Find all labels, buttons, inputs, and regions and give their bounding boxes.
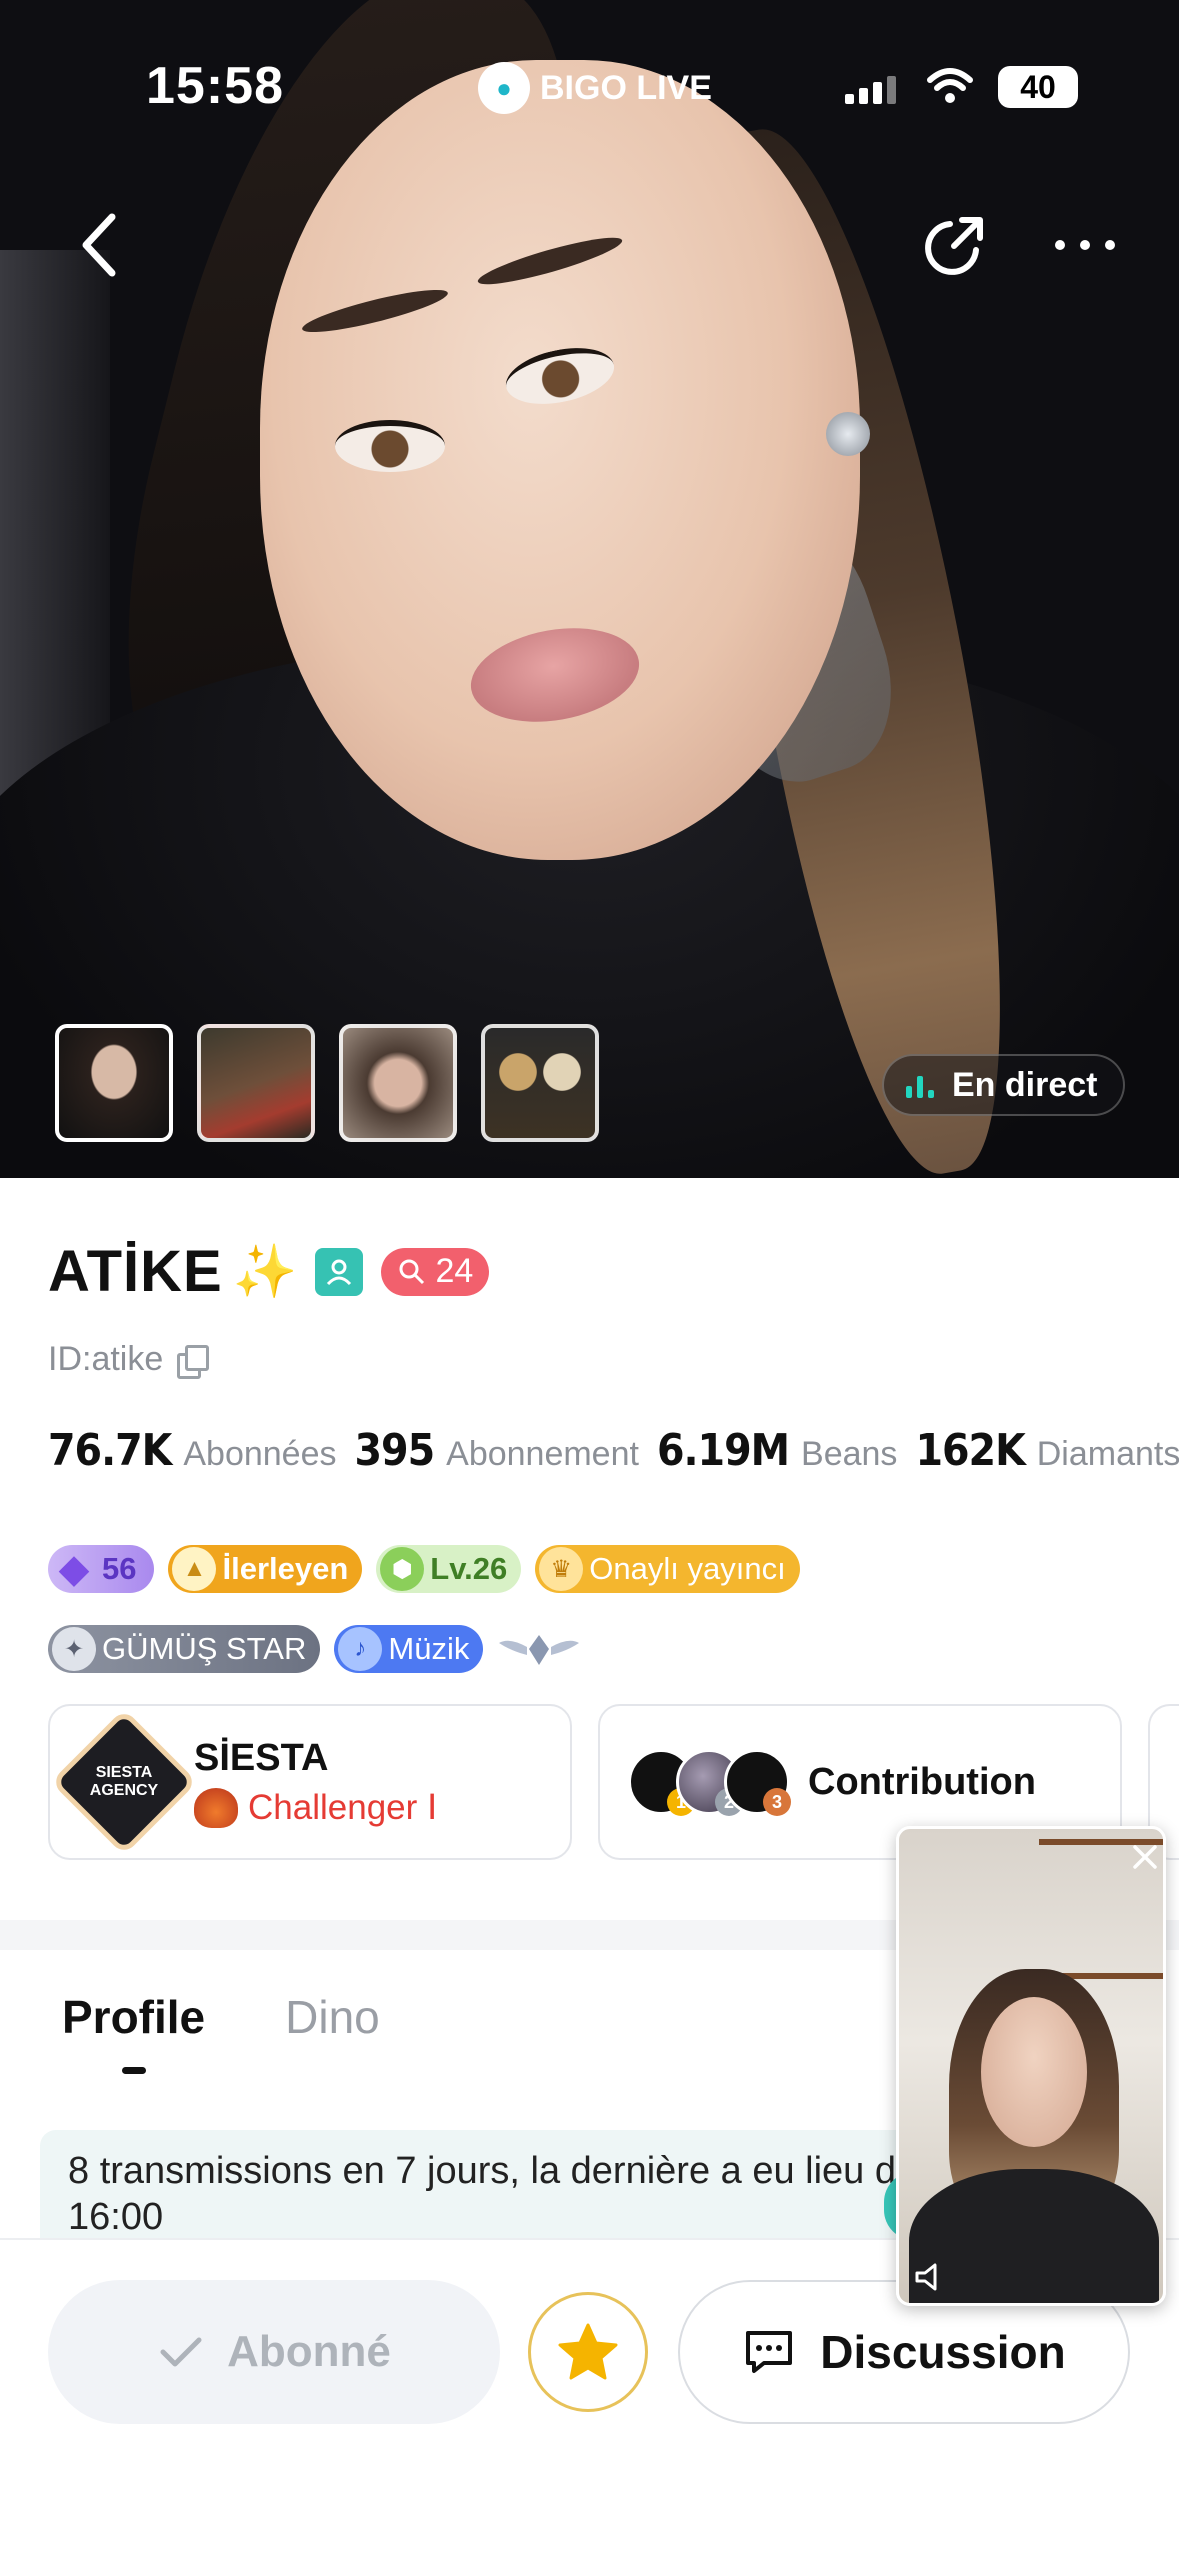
chat-bubble-icon (746, 2331, 793, 2373)
agency-logo: SIESTA AGENCY (50, 1708, 198, 1856)
live-bars-icon (906, 1072, 934, 1098)
verified-host-badge[interactable]: ♛ Onaylı yayıncı (535, 1545, 800, 1593)
progress-badge-label: İlerleyen (222, 1551, 349, 1586)
profile-cover-photo[interactable] (0, 0, 1179, 1178)
music-globe-icon: ♪ (338, 1627, 383, 1671)
rank-badge: 3 (763, 1788, 791, 1816)
thumbnail-photo-1[interactable] (55, 1024, 173, 1142)
copy-id-icon[interactable] (177, 1344, 210, 1379)
badges-row-2: ✦ GÜMÜŞ STAR ♪ Müzik (48, 1625, 581, 1673)
thumbnail-photo-2[interactable] (197, 1024, 315, 1142)
cellular-signal-icon (845, 74, 896, 104)
pip-face (981, 1997, 1087, 2147)
more-options-icon[interactable] (1050, 225, 1120, 265)
top-contributors-avatars: 1 2 3 (628, 1749, 791, 1816)
subscribed-button[interactable]: Abonné (48, 2280, 500, 2424)
avatar: 3 (724, 1749, 791, 1816)
chat-label: Discussion (820, 2326, 1066, 2378)
wifi-icon (927, 68, 973, 103)
agency-rank-label: Challenger Ⅰ (248, 1787, 438, 1827)
back-arrow-icon[interactable] (70, 205, 130, 285)
brand-name: BIGO LIVE (540, 68, 712, 107)
following-count[interactable]: 395 (355, 1425, 436, 1476)
bigo-logo-icon: ● (478, 62, 530, 114)
name-row: ATİKE ✨ 24 (48, 1238, 490, 1305)
favorite-star-button[interactable] (528, 2292, 648, 2412)
followers-label[interactable]: Abonnées (183, 1435, 336, 1474)
following-label[interactable]: Abonnement (446, 1435, 639, 1474)
badges-row-1: ◆ 56 ▲ İlerleyen ⬢ Lv.26 ♛ Onaylı yayınc… (48, 1545, 800, 1593)
live-now-button[interactable]: En direct (882, 1054, 1126, 1116)
diamond-level-badge[interactable]: ◆ 56 (48, 1545, 155, 1593)
user-level-badge[interactable]: 24 (381, 1247, 490, 1296)
verified-host-label: Onaylı yayıncı (589, 1551, 786, 1586)
agency-rank: Challenger Ⅰ (194, 1787, 438, 1828)
diamond-icon: ◆ (58, 1547, 90, 1591)
rocket-icon: ▲ (172, 1547, 217, 1591)
beans-count[interactable]: 6.19M (657, 1425, 790, 1476)
close-icon[interactable] (1129, 1841, 1161, 1873)
status-bar: 15:58 ● BIGO LIVE 40 (0, 0, 1179, 160)
photo-eye (335, 420, 445, 472)
agency-card[interactable]: SIESTA AGENCY SİESTA Challenger Ⅰ (48, 1704, 572, 1860)
agency-info: SİESTA Challenger Ⅰ (194, 1737, 437, 1828)
progress-badge[interactable]: ▲ İlerleyen (168, 1545, 363, 1593)
wolf-emblem-icon: ✦ (52, 1627, 96, 1671)
music-category-badge[interactable]: ♪ Müzik (334, 1625, 484, 1673)
status-time: 15:58 (146, 57, 284, 115)
music-category-label: Müzik (388, 1631, 470, 1666)
user-id: ID:atike (48, 1340, 164, 1378)
app-brand: ● BIGO LIVE (478, 62, 712, 114)
profile-tabs: Profile Dino (62, 1990, 380, 2074)
challenger-crest-icon (194, 1787, 238, 1828)
hexagon-icon: ⬢ (380, 1547, 425, 1591)
winged-emblem-icon[interactable] (497, 1625, 581, 1673)
sparkle-emoji: ✨ (232, 1243, 298, 1301)
tab-dino[interactable]: Dino (285, 1990, 380, 2044)
user-id-row: ID:atike (48, 1340, 210, 1379)
silver-star-label: GÜMÜŞ STAR (102, 1631, 307, 1666)
battery-indicator: 40 (998, 66, 1078, 108)
beans-label[interactable]: Beans (801, 1435, 897, 1474)
sound-icon[interactable] (913, 2259, 949, 2295)
agency-name: SİESTA (194, 1736, 329, 1779)
share-icon[interactable] (918, 210, 990, 282)
checkmark-icon (160, 2337, 202, 2367)
profile-name: ATİKE (48, 1239, 223, 1304)
diamonds-label[interactable]: Diamants (1037, 1435, 1179, 1474)
agency-logo-text: SIESTA AGENCY (89, 1764, 159, 1799)
live-label: En direct (952, 1065, 1098, 1104)
user-gender-icon (315, 1247, 364, 1296)
host-level-badge[interactable]: ⬢ Lv.26 (376, 1545, 522, 1593)
trophy-icon: ♛ (539, 1547, 584, 1591)
contribution-label: Contribution (808, 1760, 1036, 1803)
diamonds-count[interactable]: 162K (915, 1425, 1025, 1476)
stats-row: 76.7K Abonnées 395 Abonnement 6.19M Bean… (48, 1425, 1179, 1476)
photo-thumbnails (55, 1024, 599, 1142)
followers-count[interactable]: 76.7K (48, 1425, 172, 1476)
photo-earring (826, 412, 870, 456)
user-level-value: 24 (435, 1252, 474, 1290)
tab-profile[interactable]: Profile (62, 1990, 205, 2074)
diamond-level-value: 56 (102, 1551, 137, 1586)
subscribed-label: Abonné (227, 2327, 391, 2376)
level-key-icon (399, 1259, 425, 1284)
thumbnail-photo-4[interactable] (481, 1024, 599, 1142)
thumbnail-photo-3[interactable] (339, 1024, 457, 1142)
star-icon (558, 2323, 618, 2380)
host-level-label: Lv.26 (430, 1551, 508, 1586)
floating-live-preview[interactable] (896, 1826, 1166, 2306)
silver-star-badge[interactable]: ✦ GÜMÜŞ STAR (48, 1625, 321, 1673)
